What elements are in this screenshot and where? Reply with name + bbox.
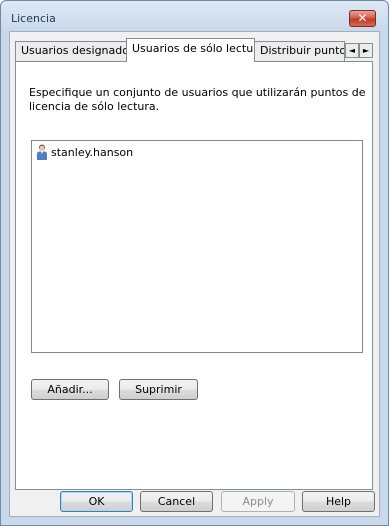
cancel-button[interactable]: Cancel <box>140 491 213 512</box>
tab-panel: Especifique un conjunto de usuarios que … <box>15 61 373 490</box>
dialog-body: Usuarios designados Usuarios de sólo lec… <box>9 31 380 517</box>
triangle-right-icon: ► <box>362 46 370 55</box>
apply-button[interactable]: Apply <box>221 491 295 512</box>
triangle-left-icon: ◄ <box>348 46 356 55</box>
close-icon: ✕ <box>357 11 368 25</box>
tab-read-only-users[interactable]: Usuarios de sólo lectura <box>126 38 255 62</box>
close-button[interactable]: ✕ <box>349 10 376 27</box>
tab-scroll-right-button[interactable]: ► <box>359 43 373 58</box>
window-title: Licencia <box>11 12 56 25</box>
add-button[interactable]: Añadir... <box>31 379 109 400</box>
ok-button[interactable]: OK <box>60 491 133 512</box>
users-listbox[interactable]: stanley.hanson <box>31 140 363 353</box>
tab-label: Usuarios designados <box>21 44 127 57</box>
tab-scroll-left-button[interactable]: ◄ <box>345 43 359 58</box>
help-button[interactable]: Help <box>302 491 375 512</box>
tab-label: Distribuir puntos d <box>260 44 344 57</box>
user-icon <box>37 144 47 160</box>
remove-button[interactable]: Suprimir <box>119 379 198 400</box>
license-dialog: Licencia ✕ Usuarios designados Usuarios … <box>0 0 389 526</box>
title-bar[interactable]: Licencia ✕ <box>1 1 388 31</box>
description-text: Especifique un conjunto de usuarios que … <box>29 86 366 113</box>
tab-label: Usuarios de sólo lectura <box>132 42 255 55</box>
user-name: stanley.hanson <box>51 146 134 159</box>
tab-distribute-points[interactable]: Distribuir puntos d <box>254 41 345 61</box>
tab-named-users[interactable]: Usuarios designados <box>15 41 127 61</box>
